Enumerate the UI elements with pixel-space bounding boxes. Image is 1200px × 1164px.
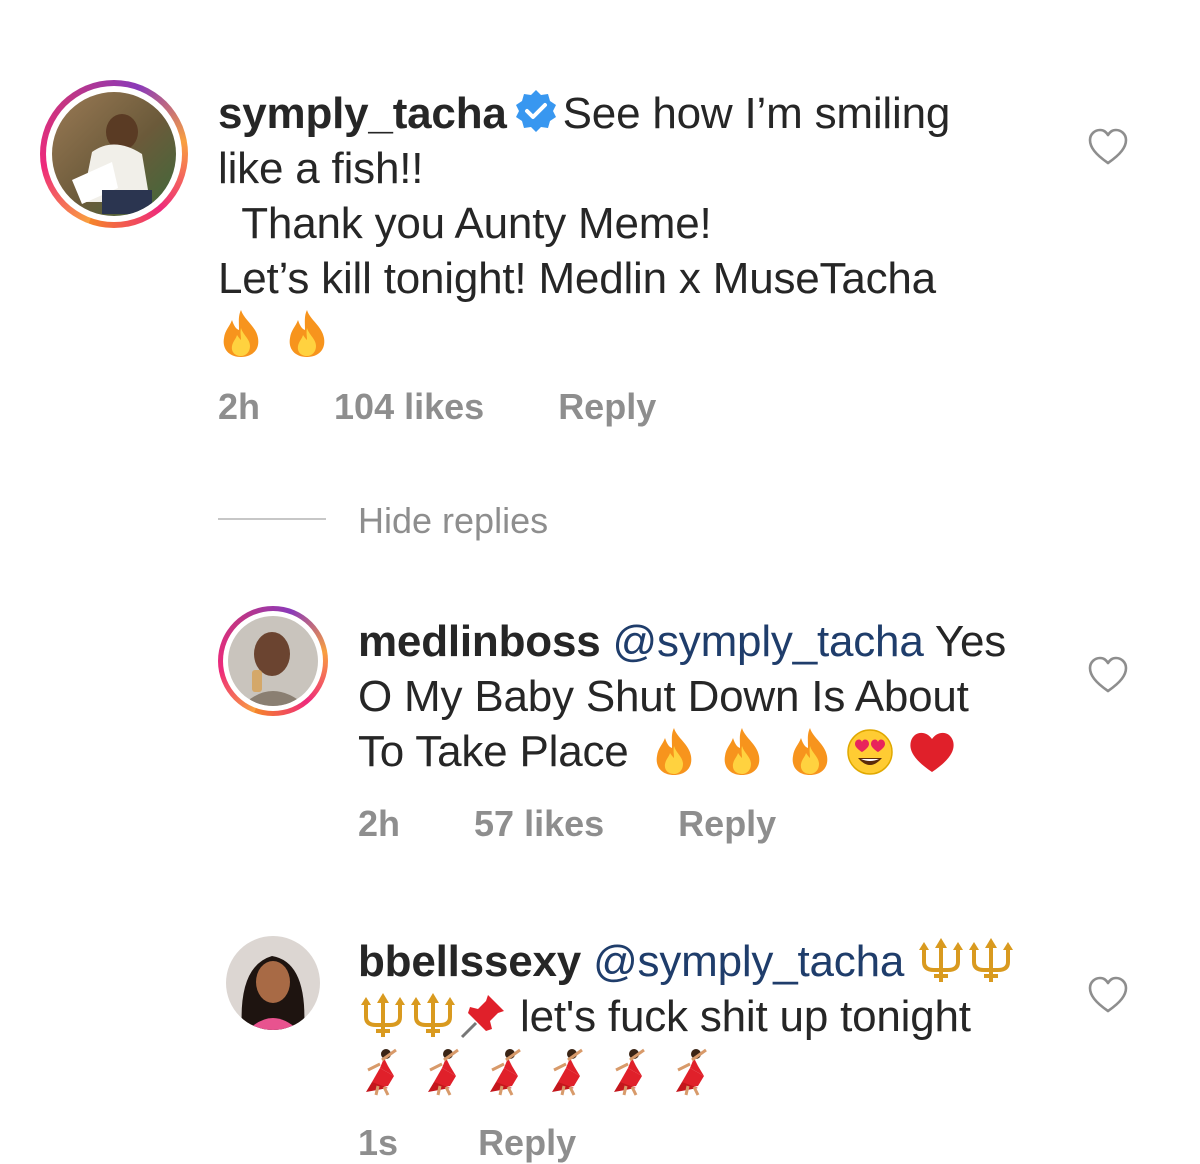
comment-text-line3: To Take Place: [358, 727, 629, 776]
comment-time: 1s: [358, 1122, 399, 1163]
trident-emoji-icon: [409, 991, 457, 1039]
pushpin-emoji-icon: [460, 993, 506, 1039]
verified-badge-icon: [515, 90, 556, 132]
dancer-emoji-icon: [612, 1047, 646, 1096]
avatar-photo: [52, 92, 176, 216]
comment-text-line2: O My Baby Shut Down Is About: [358, 672, 969, 721]
heart-eyes-emoji-icon: [846, 729, 893, 775]
reply-button[interactable]: Reply: [478, 1122, 576, 1164]
dancer-emoji-icon: [550, 1047, 584, 1096]
comment-body: bbellssexy @symply_tacha let's fuck shit…: [358, 934, 1078, 1099]
comment-username[interactable]: bbellssexy: [358, 937, 581, 986]
comment-likes[interactable]: 57 likes: [474, 803, 604, 845]
emoji-row: [218, 309, 330, 358]
comment-username[interactable]: medlinboss: [358, 617, 601, 666]
fire-emoji-icon: [223, 310, 259, 357]
comment-text-line2: like a fish!!: [218, 144, 424, 193]
fire-emoji-icon: [724, 728, 759, 775]
comment-body: symply_tacha See how I’m smiling like a f…: [218, 86, 1098, 361]
reply-button[interactable]: Reply: [678, 803, 776, 845]
comment-meta: 2h 104 likes Reply: [218, 386, 656, 428]
heart-outline-icon[interactable]: [1087, 128, 1129, 166]
thread-divider: [218, 518, 326, 520]
emoji-row: [916, 936, 1016, 986]
avatar-photo: [228, 616, 318, 706]
comment-text-line3: Thank you Aunty Meme!: [218, 199, 712, 248]
mention-link[interactable]: @symply_tacha: [613, 617, 924, 666]
avatar[interactable]: [226, 936, 320, 1030]
comment-body: medlinboss @symply_tacha Yes O My Baby S…: [358, 614, 1078, 779]
red-heart-emoji-icon: [910, 732, 954, 772]
reply-button[interactable]: Reply: [558, 386, 656, 428]
dancer-emoji-icon: [426, 1047, 460, 1096]
fire-emoji-icon: [792, 728, 827, 775]
mention-link[interactable]: @symply_tacha: [593, 937, 904, 986]
comment-text-line2: let's fuck shit up tonight: [520, 992, 971, 1041]
emoji-row: [358, 991, 520, 1041]
avatar[interactable]: [218, 606, 328, 716]
emoji-row: [641, 727, 957, 776]
comment-time: 2h: [218, 386, 261, 427]
dancer-emoji-icon: [364, 1047, 398, 1096]
comment-likes[interactable]: 104 likes: [334, 386, 484, 428]
hide-replies-button[interactable]: Hide replies: [358, 500, 548, 542]
fire-emoji-icon: [289, 310, 325, 357]
comment-meta: 2h 57 likes Reply: [358, 803, 776, 845]
comment-username[interactable]: symply_tacha: [218, 89, 507, 138]
avatar[interactable]: [40, 80, 188, 228]
dancer-emoji-icon: [488, 1047, 522, 1096]
heart-outline-icon[interactable]: [1087, 656, 1129, 694]
dancer-emoji-icon: [674, 1047, 708, 1096]
trident-emoji-icon: [359, 991, 407, 1039]
comment-meta: 1s Reply: [358, 1122, 576, 1164]
avatar-photo: [226, 936, 320, 1030]
emoji-row: [358, 1047, 718, 1096]
trident-emoji-icon: [917, 936, 966, 984]
fire-emoji-icon: [656, 728, 691, 775]
comment-text-line4: Let’s kill tonight! Medlin x MuseTacha: [218, 254, 936, 303]
comment-time: 2h: [358, 803, 401, 844]
trident-emoji-icon: [967, 936, 1016, 984]
comment-text-line1: See how I’m smiling: [562, 89, 951, 138]
heart-outline-icon[interactable]: [1087, 976, 1129, 1014]
comment-text-line1: Yes: [934, 617, 1007, 666]
